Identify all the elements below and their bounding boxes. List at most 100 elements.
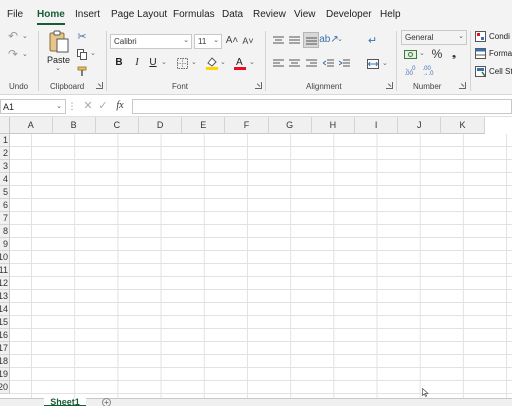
column-header-a[interactable]: A bbox=[10, 117, 53, 134]
row-header-6[interactable]: 6 bbox=[0, 199, 10, 212]
align-middle-icon[interactable] bbox=[288, 35, 300, 45]
redo-dropdown-icon[interactable]: ⌄ bbox=[22, 50, 28, 58]
menu-formulas[interactable]: Formulas bbox=[173, 9, 215, 20]
font-size-select[interactable]: 11 ⌄ bbox=[194, 34, 222, 49]
increase-indent-icon[interactable] bbox=[338, 58, 350, 68]
select-all-corner[interactable] bbox=[0, 117, 10, 134]
more-options-icon[interactable]: ⋮ bbox=[68, 101, 77, 112]
row-header-7[interactable]: 7 bbox=[0, 212, 10, 225]
accounting-dropdown-icon[interactable]: ⌄ bbox=[419, 49, 425, 57]
row-header-12[interactable]: 12 bbox=[0, 277, 10, 290]
row-header-11[interactable]: 11 bbox=[0, 264, 10, 277]
undo-icon[interactable]: ↶ bbox=[6, 30, 20, 42]
align-right-icon[interactable] bbox=[305, 58, 317, 68]
row-header-18[interactable]: 18 bbox=[0, 355, 10, 368]
row-header-9[interactable]: 9 bbox=[0, 238, 10, 251]
accounting-format-icon[interactable] bbox=[403, 48, 417, 60]
paste-dropdown-icon[interactable]: ⌄ bbox=[55, 64, 61, 72]
italic-icon[interactable]: I bbox=[132, 57, 142, 69]
menu-data[interactable]: Data bbox=[222, 9, 243, 20]
menu-file[interactable]: File bbox=[7, 9, 23, 20]
underline-icon[interactable]: U bbox=[148, 57, 158, 69]
menu-insert[interactable]: Insert bbox=[75, 9, 100, 20]
insert-function-icon[interactable]: fx bbox=[113, 100, 127, 112]
row-header-20[interactable]: 20 bbox=[0, 381, 10, 394]
underline-dropdown-icon[interactable]: ⌄ bbox=[161, 58, 167, 66]
font-family-select[interactable]: Calibri ⌄ bbox=[110, 34, 192, 49]
sheet-tab-sheet1[interactable]: Sheet1 bbox=[44, 398, 86, 406]
decrease-indent-icon[interactable] bbox=[322, 58, 334, 68]
wrap-text-icon[interactable]: ↵ bbox=[366, 35, 379, 47]
font-color-icon[interactable]: A bbox=[234, 55, 246, 70]
align-left-icon[interactable] bbox=[272, 58, 284, 68]
paste-button[interactable]: Paste ⌄ bbox=[46, 30, 72, 72]
fill-color-dropdown-icon[interactable]: ⌄ bbox=[220, 58, 226, 66]
row-header-10[interactable]: 10 bbox=[0, 251, 10, 264]
format-as-table-icon[interactable] bbox=[474, 48, 486, 59]
clipboard-launcher-icon[interactable] bbox=[96, 82, 103, 89]
column-header-c[interactable]: C bbox=[95, 117, 139, 134]
fill-color-icon[interactable] bbox=[206, 56, 218, 70]
enter-icon[interactable]: ✓ bbox=[97, 100, 109, 112]
cell-styles-label[interactable]: Cell St bbox=[489, 67, 512, 76]
bold-icon[interactable]: B bbox=[114, 57, 124, 69]
column-header-b[interactable]: B bbox=[52, 117, 96, 134]
cell-area[interactable] bbox=[10, 134, 512, 398]
copy-icon[interactable] bbox=[76, 48, 88, 60]
align-bottom-icon[interactable] bbox=[303, 32, 319, 48]
cancel-icon[interactable]: ✕ bbox=[82, 100, 94, 112]
column-header-k[interactable]: K bbox=[441, 117, 485, 134]
column-header-f[interactable]: F bbox=[225, 117, 269, 134]
borders-dropdown-icon[interactable]: ⌄ bbox=[191, 58, 197, 66]
merge-dropdown-icon[interactable]: ⌄ bbox=[382, 59, 388, 67]
format-painter-icon[interactable] bbox=[76, 65, 88, 77]
redo-icon[interactable]: ↷ bbox=[6, 48, 20, 60]
row-header-5[interactable]: 5 bbox=[0, 186, 10, 199]
orientation-dropdown-icon[interactable]: ⌄ bbox=[337, 35, 343, 43]
add-sheet-icon[interactable]: + bbox=[102, 398, 111, 406]
row-header-3[interactable]: 3 bbox=[0, 160, 10, 173]
row-header-2[interactable]: 2 bbox=[0, 147, 10, 160]
row-header-15[interactable]: 15 bbox=[0, 316, 10, 329]
menu-home[interactable]: Home bbox=[37, 9, 65, 25]
row-header-17[interactable]: 17 bbox=[0, 342, 10, 355]
menu-review[interactable]: Review bbox=[253, 9, 286, 20]
conditional-formatting-icon[interactable] bbox=[474, 31, 486, 42]
menu-page-layout[interactable]: Page Layout bbox=[111, 9, 167, 20]
orientation-icon[interactable]: ab↗ bbox=[319, 34, 339, 46]
column-header-e[interactable]: E bbox=[182, 117, 226, 134]
merge-center-icon[interactable] bbox=[366, 58, 379, 70]
column-header-j[interactable]: J bbox=[398, 117, 442, 134]
increase-font-icon[interactable]: A˄ bbox=[226, 35, 239, 47]
copy-dropdown-icon[interactable]: ⌄ bbox=[90, 49, 96, 57]
decrease-font-icon[interactable]: A˅ bbox=[242, 35, 254, 47]
menu-view[interactable]: View bbox=[294, 9, 316, 20]
row-header-4[interactable]: 4 bbox=[0, 173, 10, 186]
font-color-dropdown-icon[interactable]: ⌄ bbox=[249, 58, 255, 66]
row-header-13[interactable]: 13 bbox=[0, 290, 10, 303]
row-header-1[interactable]: 1 bbox=[0, 134, 10, 147]
cut-icon[interactable]: ✂ bbox=[76, 31, 88, 43]
undo-dropdown-icon[interactable]: ⌄ bbox=[22, 32, 28, 40]
alignment-launcher-icon[interactable] bbox=[386, 82, 393, 89]
number-launcher-icon[interactable] bbox=[459, 82, 466, 89]
column-header-i[interactable]: I bbox=[355, 117, 399, 134]
decrease-decimal-icon[interactable]: .00 →.0 bbox=[421, 66, 435, 77]
column-header-h[interactable]: H bbox=[311, 117, 355, 134]
conditional-formatting-label[interactable]: Condi bbox=[489, 32, 510, 41]
column-header-g[interactable]: G bbox=[268, 117, 312, 134]
cell-styles-icon[interactable] bbox=[474, 66, 486, 77]
font-launcher-icon[interactable] bbox=[255, 82, 262, 89]
percent-icon[interactable]: % bbox=[431, 47, 443, 60]
increase-decimal-icon[interactable]: ←.0.00 bbox=[403, 66, 417, 77]
align-top-icon[interactable] bbox=[272, 35, 284, 45]
row-header-16[interactable]: 16 bbox=[0, 329, 10, 342]
column-header-d[interactable]: D bbox=[139, 117, 183, 134]
format-as-table-label[interactable]: Forma bbox=[489, 49, 512, 58]
number-format-select[interactable]: General ⌄ bbox=[401, 30, 467, 45]
borders-icon[interactable] bbox=[176, 57, 188, 69]
comma-style-icon[interactable]: ❟ bbox=[448, 48, 460, 60]
name-box[interactable]: A1 ⌄ bbox=[0, 99, 66, 114]
menu-help[interactable]: Help bbox=[380, 9, 401, 20]
row-header-8[interactable]: 8 bbox=[0, 225, 10, 238]
